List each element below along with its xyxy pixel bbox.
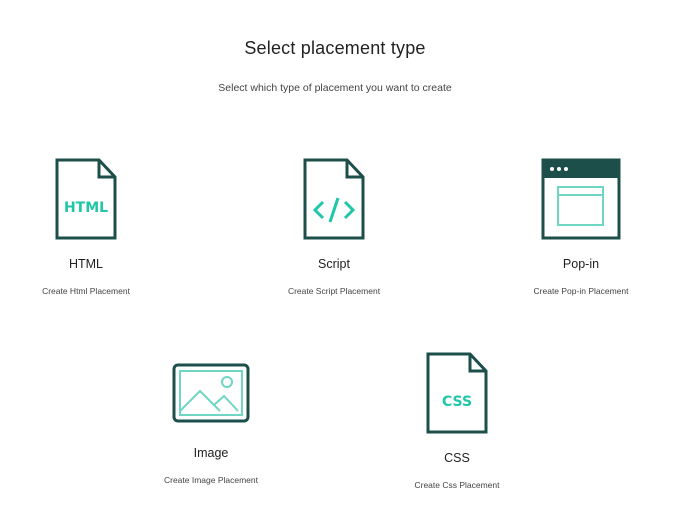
placement-label: HTML xyxy=(68,257,104,271)
placement-option-css[interactable]: CSS CSS Create Css Placement xyxy=(377,352,537,490)
svg-text:CSS: CSS xyxy=(442,394,472,410)
placement-description: Create Pop-in Placement xyxy=(533,286,629,296)
placement-option-image[interactable]: Image Create Image Placement xyxy=(131,363,291,485)
placement-description: Create Css Placement xyxy=(414,480,500,490)
placement-description: Create Image Placement xyxy=(163,475,259,485)
placement-type-page: Select placement type Select which type … xyxy=(0,0,700,522)
code-file-icon xyxy=(303,158,365,240)
placement-option-script[interactable]: Script Create Script Placement xyxy=(254,158,414,296)
placement-label: Script xyxy=(318,257,350,271)
browser-window-icon xyxy=(541,158,621,240)
placement-option-pop-in[interactable]: Pop-in Create Pop-in Placement xyxy=(501,158,661,296)
page-title: Select placement type xyxy=(244,38,426,58)
placement-option-html[interactable]: HTML HTML Create Html Placement xyxy=(6,158,166,296)
image-icon xyxy=(172,363,250,423)
page-subtitle: Select which type of placement you want … xyxy=(218,82,452,94)
placement-label: Image xyxy=(193,446,229,460)
placement-description: Create Script Placement xyxy=(287,286,381,296)
svg-text:HTML: HTML xyxy=(64,200,108,216)
placement-label: Pop-in xyxy=(562,257,600,271)
placement-description: Create Html Placement xyxy=(42,286,130,296)
css-file-icon: CSS xyxy=(426,352,488,434)
placement-label: CSS xyxy=(444,451,470,465)
html-file-icon: HTML xyxy=(55,158,117,240)
